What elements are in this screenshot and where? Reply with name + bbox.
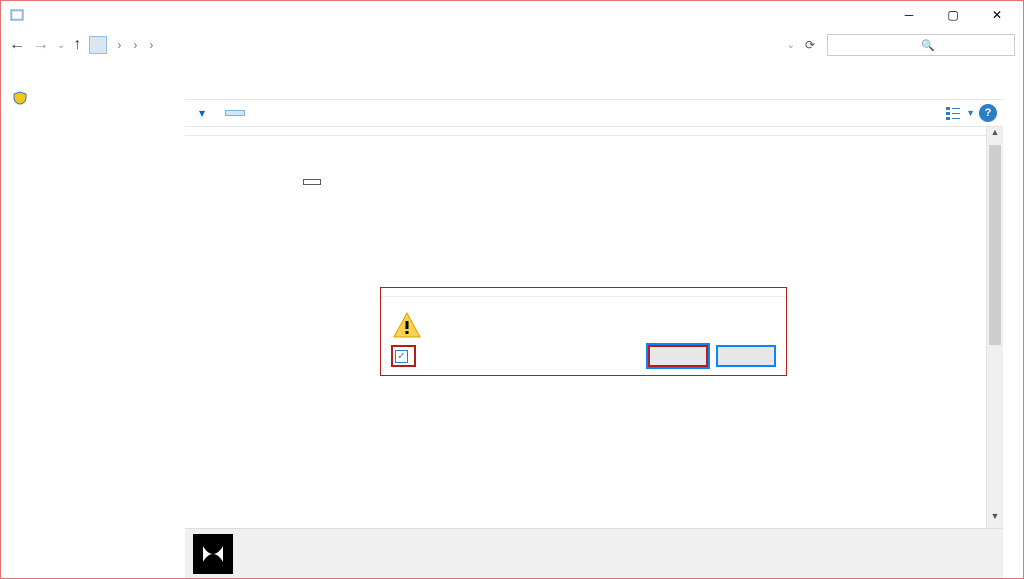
search-icon: 🔍 <box>921 39 1010 52</box>
sidebar-win-features[interactable] <box>13 91 169 105</box>
app-icon <box>9 7 25 23</box>
forward-button[interactable]: → <box>33 36 49 54</box>
view-icon[interactable] <box>944 104 962 122</box>
uninstall-button[interactable] <box>225 110 245 116</box>
breadcrumb[interactable]: › › › <box>89 36 778 54</box>
dialog-title <box>381 288 786 297</box>
column-headers <box>185 127 1003 136</box>
warning-icon <box>391 309 423 341</box>
maximize-button[interactable]: ▢ <box>931 1 975 29</box>
titlebar: ─ ▢ ✕ <box>1 1 1023 29</box>
help-icon[interactable]: ? <box>979 104 997 122</box>
recent-dropdown[interactable]: ⌄ <box>57 40 65 51</box>
breadcrumb-icon <box>89 36 107 54</box>
scroll-up-icon[interactable]: ▲ <box>987 127 1003 144</box>
chevron-right-icon[interactable]: › <box>129 38 141 52</box>
repair-button[interactable] <box>285 111 301 115</box>
uninstall-dialog: ✓ <box>380 287 787 376</box>
view-dropdown[interactable]: ▼ <box>966 108 975 118</box>
scrollbar[interactable]: ▲ ▼ <box>986 127 1003 528</box>
dialog-no-button[interactable] <box>716 345 776 367</box>
back-button[interactable]: ← <box>9 36 25 54</box>
chevron-right-icon[interactable]: › <box>113 38 125 52</box>
dialog-checkbox[interactable]: ✓ <box>391 345 416 367</box>
address-dropdown[interactable]: ⌄ <box>787 40 795 51</box>
shield-icon <box>13 91 27 105</box>
scroll-down-icon[interactable]: ▼ <box>987 511 1003 528</box>
toolbar: ▾ ▼ ? <box>185 99 1003 127</box>
refresh-button[interactable]: ⟳ <box>801 36 819 54</box>
organize-button[interactable]: ▾ <box>191 104 213 122</box>
close-button[interactable]: ✕ <box>975 1 1019 29</box>
scroll-thumb[interactable] <box>989 145 1001 345</box>
up-button[interactable]: ↑ <box>73 36 81 54</box>
search-input[interactable]: 🔍 <box>827 34 1015 56</box>
minimize-button[interactable]: ─ <box>887 1 931 29</box>
uninstall-tooltip <box>303 179 321 185</box>
sidebar <box>1 61 181 578</box>
checkbox-icon: ✓ <box>395 350 408 363</box>
details-pane <box>185 528 1003 578</box>
chevron-right-icon[interactable]: › <box>145 38 157 52</box>
address-bar: ← → ⌄ ↑ › › › ⌄ ⟳ 🔍 <box>1 29 1023 61</box>
details-icon <box>193 534 233 574</box>
dialog-yes-button[interactable] <box>648 345 708 367</box>
change-button[interactable] <box>257 111 273 115</box>
